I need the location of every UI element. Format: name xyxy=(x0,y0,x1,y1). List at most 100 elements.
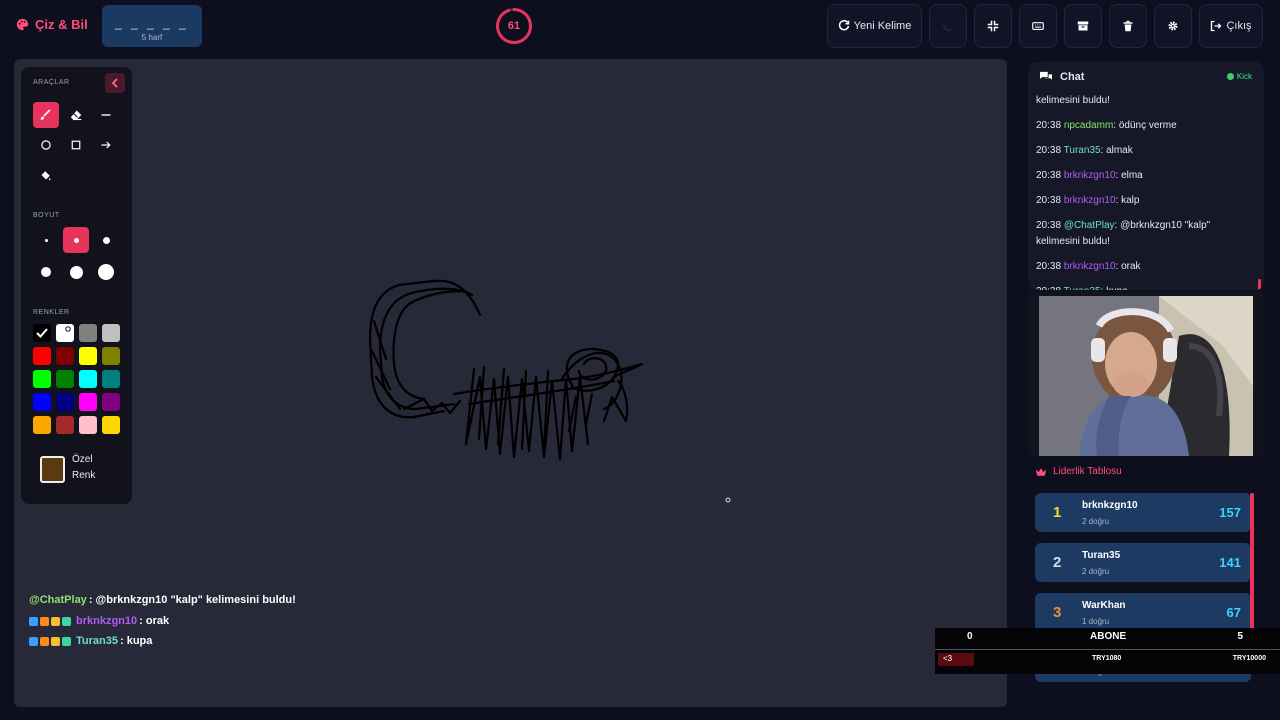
size-option-2[interactable] xyxy=(63,227,89,253)
comments-icon xyxy=(1040,71,1052,80)
color-swatch[interactable] xyxy=(33,347,51,365)
color-swatch[interactable] xyxy=(102,393,120,411)
goal-target: 5 xyxy=(1237,631,1243,642)
chat-time: 20:38 xyxy=(1036,170,1062,181)
size-option-4[interactable] xyxy=(33,259,59,285)
arrow-right-icon xyxy=(101,141,111,149)
canvas-chat-line: Turan35 : kupa xyxy=(29,635,152,647)
eyedropper-icon xyxy=(65,326,71,332)
canvas-chat-user: @ChatPlay xyxy=(29,594,87,606)
rectangle-tool[interactable] xyxy=(63,132,89,158)
goal-current: 0 xyxy=(967,631,973,642)
chat-message: 20:38 brknkzgn10: orak xyxy=(1036,259,1256,275)
settings-button[interactable] xyxy=(1154,4,1192,48)
leaderboard-rank: 3 xyxy=(1053,604,1062,621)
color-swatch[interactable] xyxy=(33,416,51,434)
theme-toggle-button[interactable] xyxy=(929,4,967,48)
clear-button[interactable] xyxy=(1109,4,1147,48)
color-swatch[interactable] xyxy=(79,324,97,342)
color-swatch[interactable] xyxy=(102,324,120,342)
chat-username[interactable]: brknkzgn10 xyxy=(1064,261,1116,272)
canvas-chat-line: @ChatPlay : @brknkzgn10 "kalp" kelimesin… xyxy=(29,594,296,606)
canvas-chat-line: brknkzgn10 : orak xyxy=(29,615,169,627)
app-title: Çiz & Bil xyxy=(35,17,88,32)
size-option-1[interactable] xyxy=(33,227,59,253)
leaderboard-row[interactable]: 3 WarKhan 1 doğru 67 xyxy=(1035,593,1251,632)
chat-username[interactable]: npcadamm xyxy=(1064,120,1113,131)
collapse-panel-button[interactable] xyxy=(105,73,125,93)
brush-tool[interactable] xyxy=(33,102,59,128)
leaderboard-name: brknkzgn10 xyxy=(1082,500,1138,511)
moon-icon xyxy=(943,21,953,31)
color-swatch[interactable] xyxy=(33,393,51,411)
drawing-strokes xyxy=(368,279,731,503)
fill-tool[interactable] xyxy=(33,162,59,188)
tools-panel: ARAÇLAR BOYUT RENKLER Özel Renk xyxy=(21,67,132,504)
chat-scrollbar[interactable] xyxy=(1258,279,1261,290)
custom-color-label-line1: Özel xyxy=(72,454,93,465)
chat-text: kelimesini buldu! xyxy=(1036,95,1110,106)
color-swatch[interactable] xyxy=(56,370,74,388)
chat-username[interactable]: Turan35 xyxy=(1064,145,1101,156)
color-swatch[interactable] xyxy=(33,324,51,342)
color-swatch[interactable] xyxy=(56,393,74,411)
chat-time: 20:38 xyxy=(1036,195,1062,206)
color-swatch[interactable] xyxy=(102,347,120,365)
color-swatch[interactable] xyxy=(79,393,97,411)
color-swatch[interactable] xyxy=(79,347,97,365)
leaderboard-row[interactable]: 2 Turan35 2 doğru 141 xyxy=(1035,543,1251,582)
round-timer: 61 xyxy=(495,7,533,45)
logout-button[interactable]: Çıkış xyxy=(1199,4,1263,48)
chat-message: 20:38 npcadamm: ödünç verme xyxy=(1036,118,1256,134)
color-swatch[interactable] xyxy=(33,370,51,388)
chat-time: 20:38 xyxy=(1036,286,1061,290)
color-swatch[interactable] xyxy=(56,416,74,434)
leaderboard-correct-count: 2 doğru xyxy=(1082,517,1110,526)
color-swatch[interactable] xyxy=(79,370,97,388)
goal-divider xyxy=(935,649,1280,650)
arrow-tool[interactable] xyxy=(93,132,119,158)
drawing-canvas[interactable] xyxy=(14,59,1007,707)
tools-section-label: ARAÇLAR xyxy=(33,79,70,86)
custom-color-swatch[interactable] xyxy=(40,456,65,483)
color-swatch[interactable] xyxy=(102,416,120,434)
eraser-tool[interactable] xyxy=(63,102,89,128)
chat-username[interactable]: brknkzgn10 xyxy=(1064,170,1116,181)
size-option-5[interactable] xyxy=(63,259,89,285)
leaderboard-rank: 1 xyxy=(1053,504,1062,521)
user-badges xyxy=(29,636,71,646)
chat-username[interactable]: @ChatPlay xyxy=(1064,220,1115,231)
size-option-6[interactable] xyxy=(93,259,119,285)
chat-username[interactable]: brknkzgn10 xyxy=(1064,195,1116,206)
color-swatch[interactable] xyxy=(56,324,74,342)
leaderboard-row[interactable]: 1 brknkzgn10 2 doğru 157 xyxy=(1035,493,1251,532)
square-icon xyxy=(71,140,81,150)
circle-tool[interactable] xyxy=(33,132,59,158)
gear-icon xyxy=(1168,21,1178,31)
color-swatch[interactable] xyxy=(79,416,97,434)
chat-time: 20:38 xyxy=(1036,220,1062,231)
user-badges xyxy=(29,616,71,626)
canvas-chat-user: Turan35 xyxy=(76,635,118,647)
archive-button[interactable] xyxy=(1064,4,1102,48)
leaderboard-scrollbar[interactable] xyxy=(1250,493,1254,630)
custom-color-label[interactable]: Özel Renk xyxy=(72,452,95,484)
keyboard-button[interactable] xyxy=(1019,4,1057,48)
compress-icon xyxy=(987,20,999,32)
leaderboard-points: 67 xyxy=(1226,605,1241,620)
compress-button[interactable] xyxy=(974,4,1012,48)
status-dot-icon xyxy=(1226,73,1234,80)
color-swatch[interactable] xyxy=(56,347,74,365)
chat-time: 20:38 xyxy=(1036,120,1062,131)
color-swatch[interactable] xyxy=(102,370,120,388)
chat-messages[interactable]: kelimesini buldu! 20:38 npcadamm: ödünç v… xyxy=(1036,95,1256,290)
size-option-3[interactable] xyxy=(93,227,119,253)
minus-icon xyxy=(101,114,111,116)
logout-label: Çıkış xyxy=(1226,20,1252,32)
line-tool[interactable] xyxy=(93,102,119,128)
app-logo[interactable]: Çiz & Bil xyxy=(16,17,88,32)
chat-username[interactable]: Turan35 xyxy=(1064,286,1101,290)
top-bar: Çiz & Bil _ _ _ _ _ 5 harf 61 Yeni Kelim… xyxy=(0,0,1280,52)
chat-message: 20:38 Turan35: almak xyxy=(1036,143,1256,159)
new-word-button[interactable]: Yeni Kelime xyxy=(827,4,922,48)
